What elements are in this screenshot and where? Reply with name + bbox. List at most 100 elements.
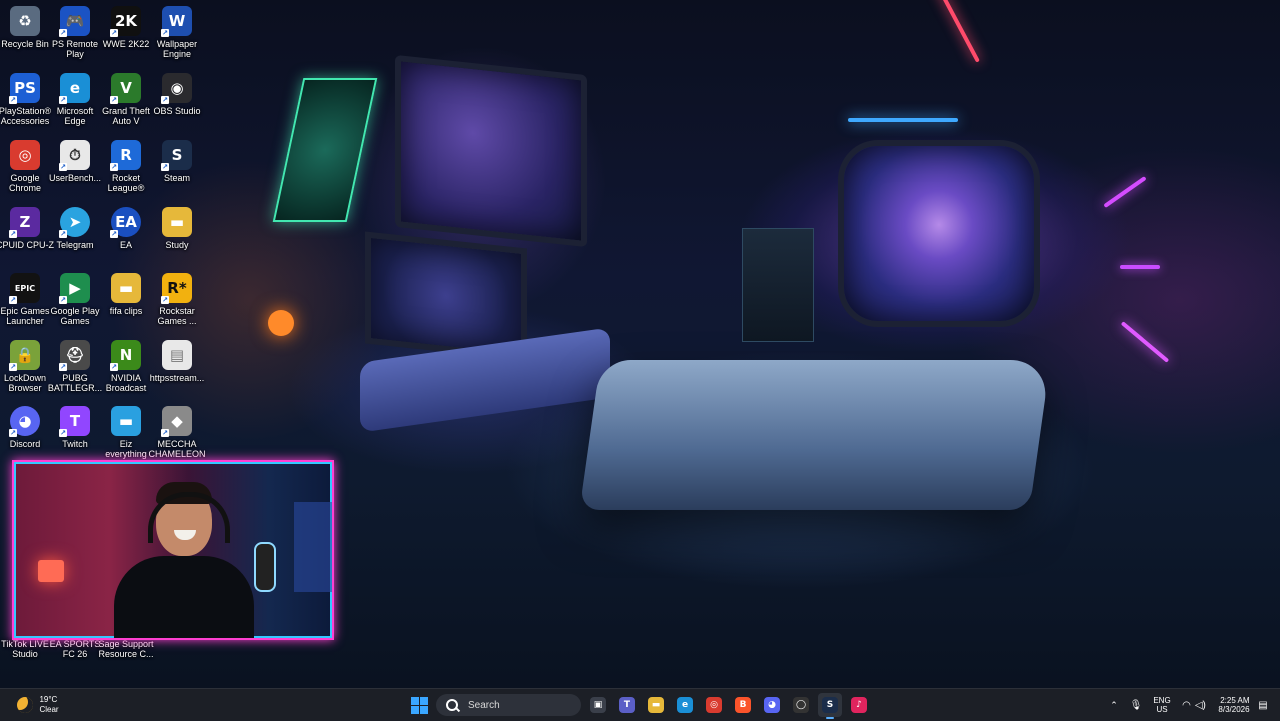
desktop-icon[interactable]: ▬ Eiz everything (97, 406, 155, 459)
taskbar-app-steam[interactable]: S (818, 693, 842, 719)
taskbar-app-teams[interactable]: T (615, 693, 639, 717)
desktop-icon[interactable]: R* ↗ Rockstar Games ... (148, 273, 206, 326)
epic-games-icon: EPIC ↗ (9, 273, 40, 304)
chrome-icon: ◎ (706, 697, 722, 713)
weather-temp: 19°C (39, 695, 58, 704)
twitch-icon: T ↗ (59, 406, 90, 437)
desktop-icon-label: PUBG BATTLEGR... (47, 373, 103, 393)
taskbar-app-edge[interactable]: e (673, 693, 697, 717)
taskbar-app-chrome[interactable]: ◎ (702, 693, 726, 717)
desktop-icon-label: Twitch (62, 439, 88, 449)
steam-icon: S ↗ (161, 140, 192, 171)
tiktok-icon: ♪ (851, 697, 867, 713)
desktop-icon[interactable]: N ↗ NVIDIA Broadcast (97, 340, 155, 393)
desktop-icon-label: WWE 2K22 (102, 39, 150, 49)
teams-icon: T (619, 697, 635, 713)
desktop-icon[interactable]: ◉ ↗ OBS Studio (148, 73, 206, 116)
desktop-icon[interactable]: T ↗ Twitch (46, 406, 104, 449)
wallpaper-neon-red (934, 0, 980, 63)
notifications-button[interactable]: ▤ (1254, 693, 1272, 717)
shelf (294, 502, 332, 592)
weather-widget[interactable]: 19°C Clear (8, 693, 68, 717)
webcam-overlay (12, 460, 334, 640)
wallpaper-engine-icon: W ↗ (161, 6, 192, 37)
desktop-icon[interactable]: ▶ ↗ Google Play Games (46, 273, 104, 326)
lockdown-browser-icon: 🔒 ↗ (9, 340, 40, 371)
desktop-icon-label: Rockstar Games ... (157, 306, 197, 326)
desktop-icon[interactable]: ⏱ ↗ UserBench... (46, 140, 104, 183)
obs-studio-icon: ◉ ↗ (161, 73, 192, 104)
desktop-icon-label: Google Play Games (50, 306, 100, 326)
desktop-icon[interactable]: ⛑ ↗ PUBG BATTLEGR... (46, 340, 104, 393)
desktop-icon[interactable]: ➤ ↗ Telegram (46, 207, 104, 250)
wifi-icon: ◠ (1182, 699, 1191, 711)
region-code: US (1156, 705, 1168, 714)
taskbar-app-brave[interactable]: B (731, 693, 755, 717)
desktop-icon[interactable]: V ↗ Grand Theft Auto V (97, 73, 155, 126)
taskbar-app-file-explorer[interactable]: ▬ (644, 693, 668, 717)
microphone-icon (254, 542, 276, 592)
clock[interactable]: 2:25 AM 8/3/2026 (1212, 693, 1256, 717)
desktop-icon[interactable]: 2K ↗ WWE 2K22 (97, 6, 155, 49)
taskbar-search[interactable]: Search (436, 694, 581, 716)
wallpaper-window-left (395, 54, 587, 248)
desktop-icon[interactable]: ▤ httpsstream... (148, 340, 206, 383)
pubg-icon: ⛑ ↗ (59, 340, 90, 371)
volume-icon: ◁) (1194, 699, 1206, 711)
desktop-icon-label: EA (119, 240, 132, 250)
desktop-icon[interactable]: W ↗ Wallpaper Engine (148, 6, 206, 59)
show-hidden-icons[interactable]: ⌃ (1106, 693, 1122, 717)
desktop-icon-label: MECCHA CHAMELEON (148, 439, 206, 459)
desktop-icon-label: Telegram (56, 240, 94, 250)
desktop-icon[interactable]: 🎮 ↗ PS Remote Play (46, 6, 104, 59)
search-icon (446, 699, 458, 711)
desktop-icon-label: Microsoft Edge (56, 106, 94, 126)
start-button[interactable] (408, 693, 430, 717)
nvidia-broadcast-icon: N ↗ (110, 340, 141, 371)
desktop-icon[interactable]: S ↗ Steam (148, 140, 206, 183)
microphone-icon: 🎙 (1129, 699, 1143, 711)
desktop-icon-label: Steam (163, 173, 190, 183)
desktop-icon[interactable]: e ↗ Microsoft Edge (46, 73, 104, 126)
taskbar-app-discord[interactable]: ◕ (760, 693, 784, 717)
network-volume-tray[interactable]: ◠ ◁) (1178, 693, 1210, 717)
desktop-icon-label: PS Remote Play (51, 39, 99, 59)
taskbar-app-github[interactable]: ◯ (789, 693, 813, 717)
rockstar-games-icon: R* ↗ (161, 273, 192, 304)
desktop-icon-label: EA SPORTS FC 26 (49, 639, 101, 659)
desktop-icon-label: UserBench... (48, 173, 102, 183)
lamp (38, 560, 64, 582)
rocket-league-icon: R ↗ (110, 140, 141, 171)
clock-date: 8/3/2026 (1218, 705, 1250, 714)
desktop-icon[interactable]: R ↗ Rocket League® (97, 140, 155, 193)
desktop-icon-label: Rocket League® (107, 173, 145, 193)
search-placeholder: Search (468, 699, 500, 711)
weather-condition: Clear (39, 705, 59, 714)
taskbar: 19°C Clear Search ▣ T ▬ e ◎ B ◕ ◯ S ♪ ⌃ 🎙… (0, 688, 1280, 721)
desktop-icon[interactable]: ▬ fifa clips (97, 273, 155, 316)
google-play-games-icon: ▶ ↗ (59, 273, 90, 304)
brave-icon: B (735, 697, 751, 713)
taskbar-app-task-view[interactable]: ▣ (586, 693, 610, 717)
taskbar-app-tiktok[interactable]: ♪ (847, 693, 871, 717)
desktop-icon-label: Wallpaper Engine (156, 39, 198, 59)
discord-icon: ◕ ↗ (9, 406, 40, 437)
desktop-icon[interactable]: ◆ ↗ MECCHA CHAMELEON (148, 406, 206, 459)
wallpaper-neon-pink (1120, 265, 1160, 269)
mic-tray[interactable]: 🎙 (1128, 693, 1144, 717)
gta-v-icon: V ↗ (110, 73, 141, 104)
desktop-icon[interactable]: ▬ Study (148, 207, 206, 250)
playstation-accessories-icon: PS ↗ (9, 73, 40, 104)
steam-icon: S (822, 697, 838, 713)
chevron-up-icon: ⌃ (1110, 699, 1118, 710)
desktop-icon[interactable]: EA ↗ EA (97, 207, 155, 250)
desktop-icon-label: Grand Theft Auto V (102, 106, 150, 126)
language-indicator[interactable]: ENG US (1150, 693, 1174, 717)
folder-icon: ▬ (111, 273, 141, 303)
edge-icon: e ↗ (59, 73, 90, 104)
language-code: ENG (1153, 696, 1171, 705)
ea-icon: EA ↗ (110, 207, 141, 238)
edge-icon: e (677, 697, 693, 713)
wallpaper-neon-blue (848, 118, 958, 122)
wallpaper-console (742, 228, 814, 342)
